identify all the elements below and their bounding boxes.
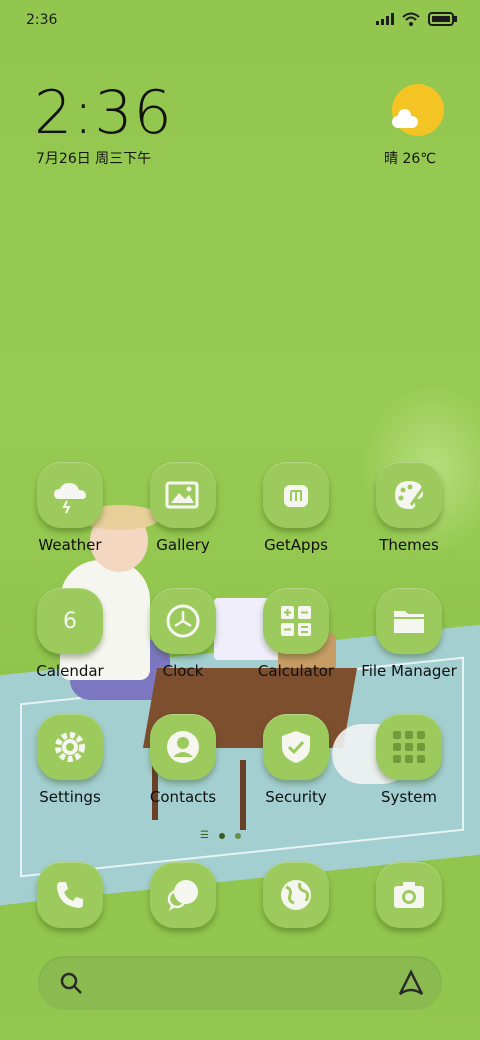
app-calendar[interactable]: 6 Calendar: [15, 588, 125, 680]
list-view-icon: ☰: [200, 830, 209, 841]
page-dot-active: [218, 832, 225, 839]
weather-widget-text: 晴 26℃: [384, 151, 436, 167]
messages-icon: [150, 862, 216, 928]
dock-camera[interactable]: [354, 862, 464, 928]
gallery-icon: [150, 462, 216, 528]
calculator-icon: [263, 588, 329, 654]
getapps-icon: [263, 462, 329, 528]
app-getapps[interactable]: GetApps: [241, 462, 351, 554]
camera-icon: [376, 862, 442, 928]
app-label: Calculator: [257, 662, 335, 680]
app-label: Clock: [162, 662, 204, 680]
page-indicator[interactable]: ☰: [200, 830, 241, 841]
app-label: Weather: [38, 536, 102, 554]
app-label: System: [381, 788, 437, 806]
calendar-day-number: 6: [63, 608, 77, 634]
clock-icon: [150, 588, 216, 654]
search-icon[interactable]: [58, 970, 84, 996]
app-calculator[interactable]: Calculator: [241, 588, 351, 680]
status-icons: [376, 12, 458, 26]
assistant-icon[interactable]: [396, 968, 426, 998]
app-weather[interactable]: Weather: [15, 462, 125, 554]
status-time: 2:36: [26, 12, 58, 28]
dock-phone[interactable]: [15, 862, 125, 928]
app-label: File Manager: [361, 662, 457, 680]
app-settings[interactable]: Settings: [15, 714, 125, 806]
weather-cloud-icon: [392, 109, 418, 128]
dock-browser[interactable]: [241, 862, 351, 928]
dock-messages[interactable]: [128, 862, 238, 928]
app-file-manager[interactable]: File Manager: [354, 588, 464, 680]
app-label: Themes: [379, 536, 439, 554]
calendar-icon: 6: [37, 588, 103, 654]
app-label: Calendar: [36, 662, 104, 680]
clock-widget-date: 7月26日 周三下午: [36, 151, 152, 167]
phone-icon: [37, 862, 103, 928]
app-security[interactable]: Security: [241, 714, 351, 806]
contacts-icon: [150, 714, 216, 780]
app-themes[interactable]: Themes: [354, 462, 464, 554]
app-contacts[interactable]: Contacts: [128, 714, 238, 806]
weather-icon: [37, 462, 103, 528]
file-manager-icon: [376, 588, 442, 654]
app-label: Settings: [39, 788, 101, 806]
page-dot: [234, 832, 241, 839]
settings-icon: [37, 714, 103, 780]
app-label: Security: [265, 788, 327, 806]
system-icon: [376, 714, 442, 780]
search-bar[interactable]: [38, 956, 442, 1010]
app-label: GetApps: [264, 536, 328, 554]
clock-widget-time[interactable]: 2:36: [34, 78, 173, 148]
browser-icon: [263, 862, 329, 928]
app-clock[interactable]: Clock: [128, 588, 238, 680]
app-label: Gallery: [156, 536, 210, 554]
app-gallery[interactable]: Gallery: [128, 462, 238, 554]
status-bar: 2:36: [0, 0, 480, 40]
signal-icon: [376, 13, 394, 25]
security-icon: [263, 714, 329, 780]
wifi-icon: [402, 12, 420, 26]
themes-icon: [376, 462, 442, 528]
app-label: Contacts: [149, 788, 217, 806]
app-system-folder[interactable]: System: [354, 714, 464, 806]
battery-icon: [428, 12, 457, 26]
